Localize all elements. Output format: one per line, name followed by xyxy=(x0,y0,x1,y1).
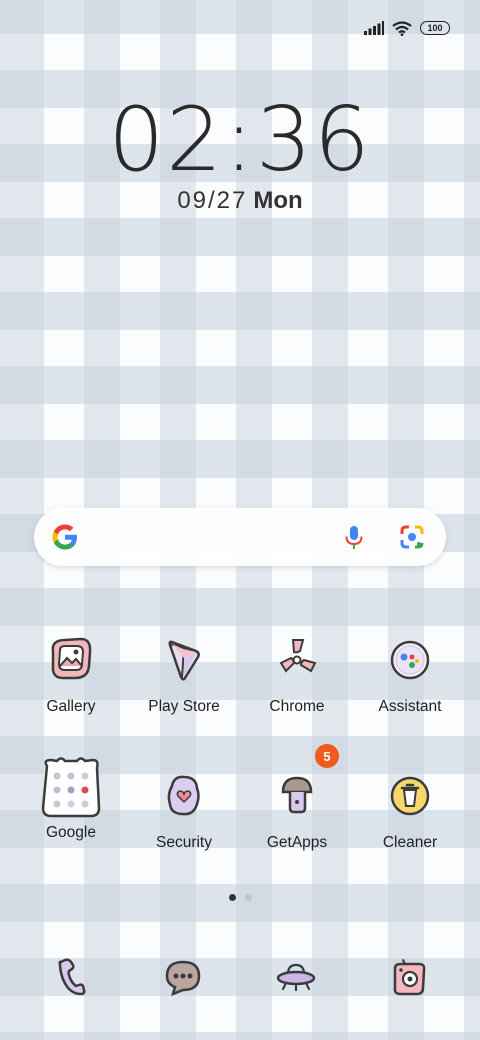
dock-camera[interactable] xyxy=(379,948,439,1008)
messages-icon xyxy=(165,960,201,997)
app-gallery[interactable]: Gallery xyxy=(16,630,126,716)
page-dot-active xyxy=(228,894,236,901)
assistant-icon xyxy=(380,630,440,690)
app-label: Cleaner xyxy=(382,834,438,851)
weekday-text: Mon xyxy=(253,187,303,214)
signal-icon xyxy=(364,21,384,35)
app-label: Assistant xyxy=(378,698,442,715)
battery-icon: 100 xyxy=(420,21,450,35)
notification-badge: 5 xyxy=(315,744,339,768)
app-label: Gallery xyxy=(46,698,96,715)
app-label: Chrome xyxy=(269,698,325,715)
app-label: GetApps xyxy=(266,834,328,851)
google-search-bar[interactable] xyxy=(34,508,446,566)
phone-icon xyxy=(58,958,86,996)
app-security[interactable]: Security xyxy=(129,766,239,852)
app-cleaner[interactable]: Cleaner xyxy=(355,766,465,852)
google-folder-icon xyxy=(39,756,103,820)
gallery-icon xyxy=(41,630,101,690)
chrome-icon xyxy=(267,630,327,690)
page-dot xyxy=(244,894,252,901)
app-assistant[interactable]: Assistant xyxy=(355,630,465,716)
app-label: Google xyxy=(46,824,96,841)
dock-browser[interactable] xyxy=(266,948,326,1008)
camera-icon xyxy=(393,959,426,996)
dock-phone[interactable] xyxy=(41,948,101,1008)
mic-icon[interactable] xyxy=(340,523,368,551)
lens-icon[interactable] xyxy=(398,523,426,551)
date[interactable]: 09/27 Mon xyxy=(0,187,480,215)
app-chrome[interactable]: Chrome xyxy=(242,630,352,716)
app-play-store[interactable]: Play Store xyxy=(129,630,239,716)
app-label: Security xyxy=(156,834,212,851)
status-bar: 100 xyxy=(364,18,450,38)
page-indicator xyxy=(0,894,480,901)
clock[interactable]: 02:36 xyxy=(0,88,480,191)
play-store-icon xyxy=(154,630,214,690)
app-label: Play Store xyxy=(148,698,220,715)
battery-level: 100 xyxy=(427,22,443,33)
date-text: 09/27 xyxy=(177,187,248,214)
app-google-folder[interactable]: Google xyxy=(16,756,126,842)
cleaner-icon xyxy=(380,766,440,826)
wifi-icon xyxy=(392,20,412,36)
dock-messages[interactable] xyxy=(153,948,213,1008)
getapps-icon: 5 xyxy=(267,744,339,826)
security-icon xyxy=(154,766,214,826)
browser-icon xyxy=(276,963,316,992)
app-getapps[interactable]: 5 GetApps xyxy=(242,744,352,852)
google-g-icon xyxy=(52,524,77,550)
